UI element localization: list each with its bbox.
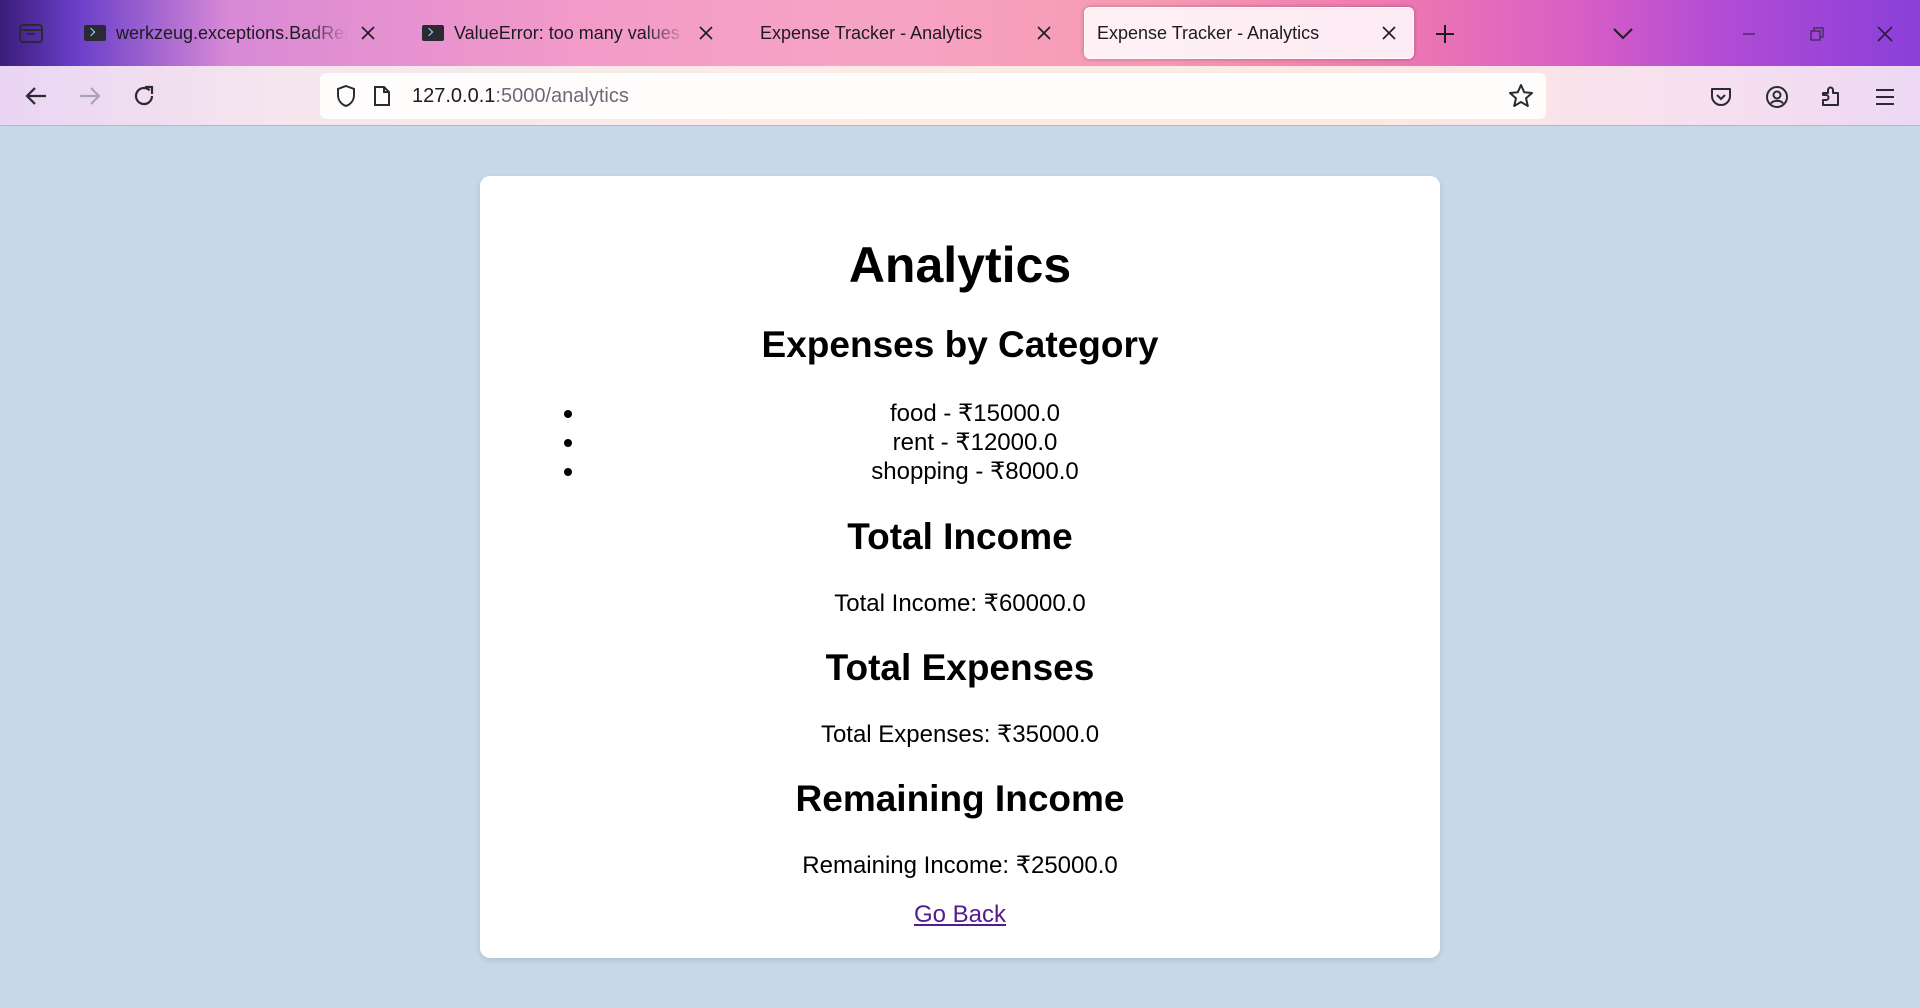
bookmark-button[interactable]: [1506, 81, 1536, 111]
page-title: Analytics: [848, 237, 1072, 293]
star-icon: [1509, 84, 1533, 107]
address-bar[interactable]: 127.0.0.1:5000/analytics: [320, 73, 1546, 119]
restore-button[interactable]: [1798, 15, 1836, 53]
income-text: Total Income: ₹60000.0: [834, 590, 1086, 617]
hamburger-menu-icon: [1876, 89, 1894, 105]
minimize-button[interactable]: [1730, 15, 1768, 53]
tab-expense-tracker-active[interactable]: Expense Tracker - Analytics: [1084, 7, 1414, 59]
chevron-down-icon: [1613, 28, 1633, 40]
new-tab-button[interactable]: [1426, 15, 1464, 53]
list-item: rent - ₹12000.0: [564, 428, 1385, 457]
close-tab-icon[interactable]: [1377, 21, 1401, 45]
url-path: :5000/analytics: [495, 85, 629, 107]
arrow-left-icon: [25, 87, 46, 105]
back-button[interactable]: [16, 76, 56, 116]
tab-valueerror[interactable]: ValueError: too many values to unpack: [410, 7, 730, 59]
terminal-favicon-icon: [84, 25, 106, 41]
category-list: food - ₹15000.0 rent - ₹12000.0 shopping…: [564, 399, 1385, 486]
minimize-icon: [1743, 33, 1755, 35]
close-tab-icon[interactable]: [356, 21, 380, 45]
remaining-heading: Remaining Income: [795, 778, 1125, 819]
extensions-button[interactable]: [1812, 78, 1850, 116]
url-text[interactable]: 127.0.0.1:5000/analytics: [412, 85, 629, 108]
income-heading: Total Income: [847, 516, 1073, 557]
expenses-text: Total Expenses: ₹35000.0: [820, 721, 1100, 748]
tab-title: Expense Tracker - Analytics: [760, 22, 983, 43]
tab-title: werkzeug.exceptions.BadRequestKeyError: [116, 22, 348, 43]
account-button[interactable]: [1758, 78, 1796, 116]
category-label: food - ₹15000.0: [889, 400, 1061, 427]
menu-button[interactable]: [1866, 78, 1904, 116]
back-link-container: Go Back: [480, 901, 1440, 929]
list-all-tabs-button[interactable]: [1604, 15, 1642, 53]
expenses-heading: Total Expenses: [825, 647, 1095, 688]
category-label: rent - ₹12000.0: [892, 429, 1058, 456]
pocket-icon: [1711, 88, 1731, 106]
account-icon: [1766, 86, 1788, 108]
reload-button[interactable]: [124, 76, 164, 116]
arrow-right-icon: [80, 87, 101, 105]
go-back-link[interactable]: Go Back: [914, 901, 1006, 928]
url-host: 127.0.0.1: [412, 85, 496, 107]
plus-icon: [1436, 25, 1454, 43]
close-tab-icon[interactable]: [1032, 21, 1056, 45]
navigation-toolbar: 127.0.0.1:5000/analytics: [0, 66, 1920, 126]
list-item: shopping - ₹8000.0: [564, 457, 1385, 486]
list-item: food - ₹15000.0: [564, 399, 1385, 428]
reload-icon: [134, 85, 154, 106]
page-icon: [374, 86, 390, 106]
firefox-view-button[interactable]: [12, 14, 50, 52]
restore-icon: [1810, 27, 1824, 41]
firefox-view-icon: [19, 24, 43, 43]
site-info-button[interactable]: [368, 82, 396, 110]
bullet-icon: [564, 410, 572, 418]
analytics-card: Analytics Expenses by Category food - ₹1…: [480, 176, 1440, 958]
tab-badrequest[interactable]: werkzeug.exceptions.BadRequestKeyError: [72, 7, 392, 59]
pocket-button[interactable]: [1702, 78, 1740, 116]
remaining-text: Remaining Income: ₹25000.0: [802, 852, 1118, 879]
close-window-button[interactable]: [1866, 15, 1904, 53]
close-tab-icon[interactable]: [694, 21, 718, 45]
categories-heading: Expenses by Category: [761, 324, 1159, 365]
bullet-icon: [564, 468, 572, 476]
close-icon: [1877, 26, 1893, 42]
tracking-protection-button[interactable]: [332, 82, 360, 110]
category-label: shopping - ₹8000.0: [871, 458, 1079, 485]
terminal-favicon-icon: [422, 25, 444, 41]
tab-title: Expense Tracker - Analytics: [1097, 22, 1320, 43]
tab-expense-tracker[interactable]: Expense Tracker - Analytics: [748, 7, 1068, 59]
puzzle-icon: [1822, 86, 1839, 106]
forward-button[interactable]: [70, 76, 110, 116]
tab-bar: werkzeug.exceptions.BadRequestKeyError V…: [0, 0, 1920, 66]
shield-icon: [337, 84, 355, 108]
tab-title: ValueError: too many values to unpack: [454, 22, 686, 43]
bullet-icon: [564, 439, 572, 447]
